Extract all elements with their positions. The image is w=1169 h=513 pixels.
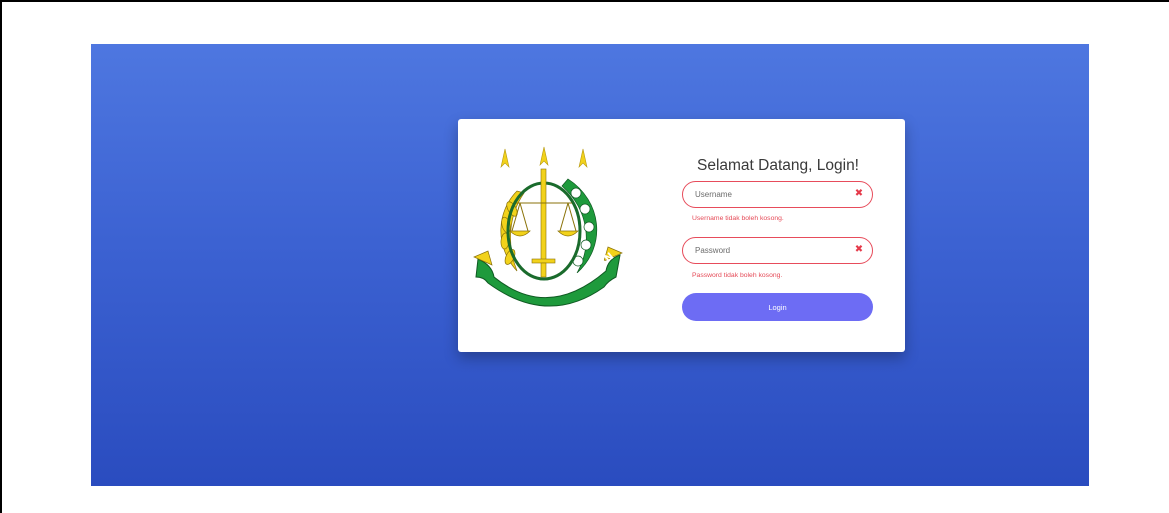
login-button[interactable]: Login: [682, 293, 873, 321]
password-input[interactable]: [695, 238, 855, 263]
login-card: SATYA ADHI WICAKSANA Selamat Datang, Log…: [458, 119, 905, 352]
password-error: Password tidak boleh kosong.: [692, 272, 783, 279]
username-input[interactable]: [695, 182, 855, 207]
login-title: Selamat Datang, Login!: [697, 157, 859, 174]
login-background: SATYA ADHI WICAKSANA Selamat Datang, Log…: [91, 44, 1089, 486]
username-error: Username tidak boleh kosong.: [692, 215, 784, 222]
kejaksaan-emblem-icon: SATYA ADHI WICAKSANA: [468, 123, 624, 311]
clear-icon[interactable]: ✖: [853, 244, 865, 256]
clear-icon[interactable]: ✖: [853, 188, 865, 200]
password-field[interactable]: ✖: [682, 237, 873, 264]
username-field[interactable]: ✖: [682, 181, 873, 208]
